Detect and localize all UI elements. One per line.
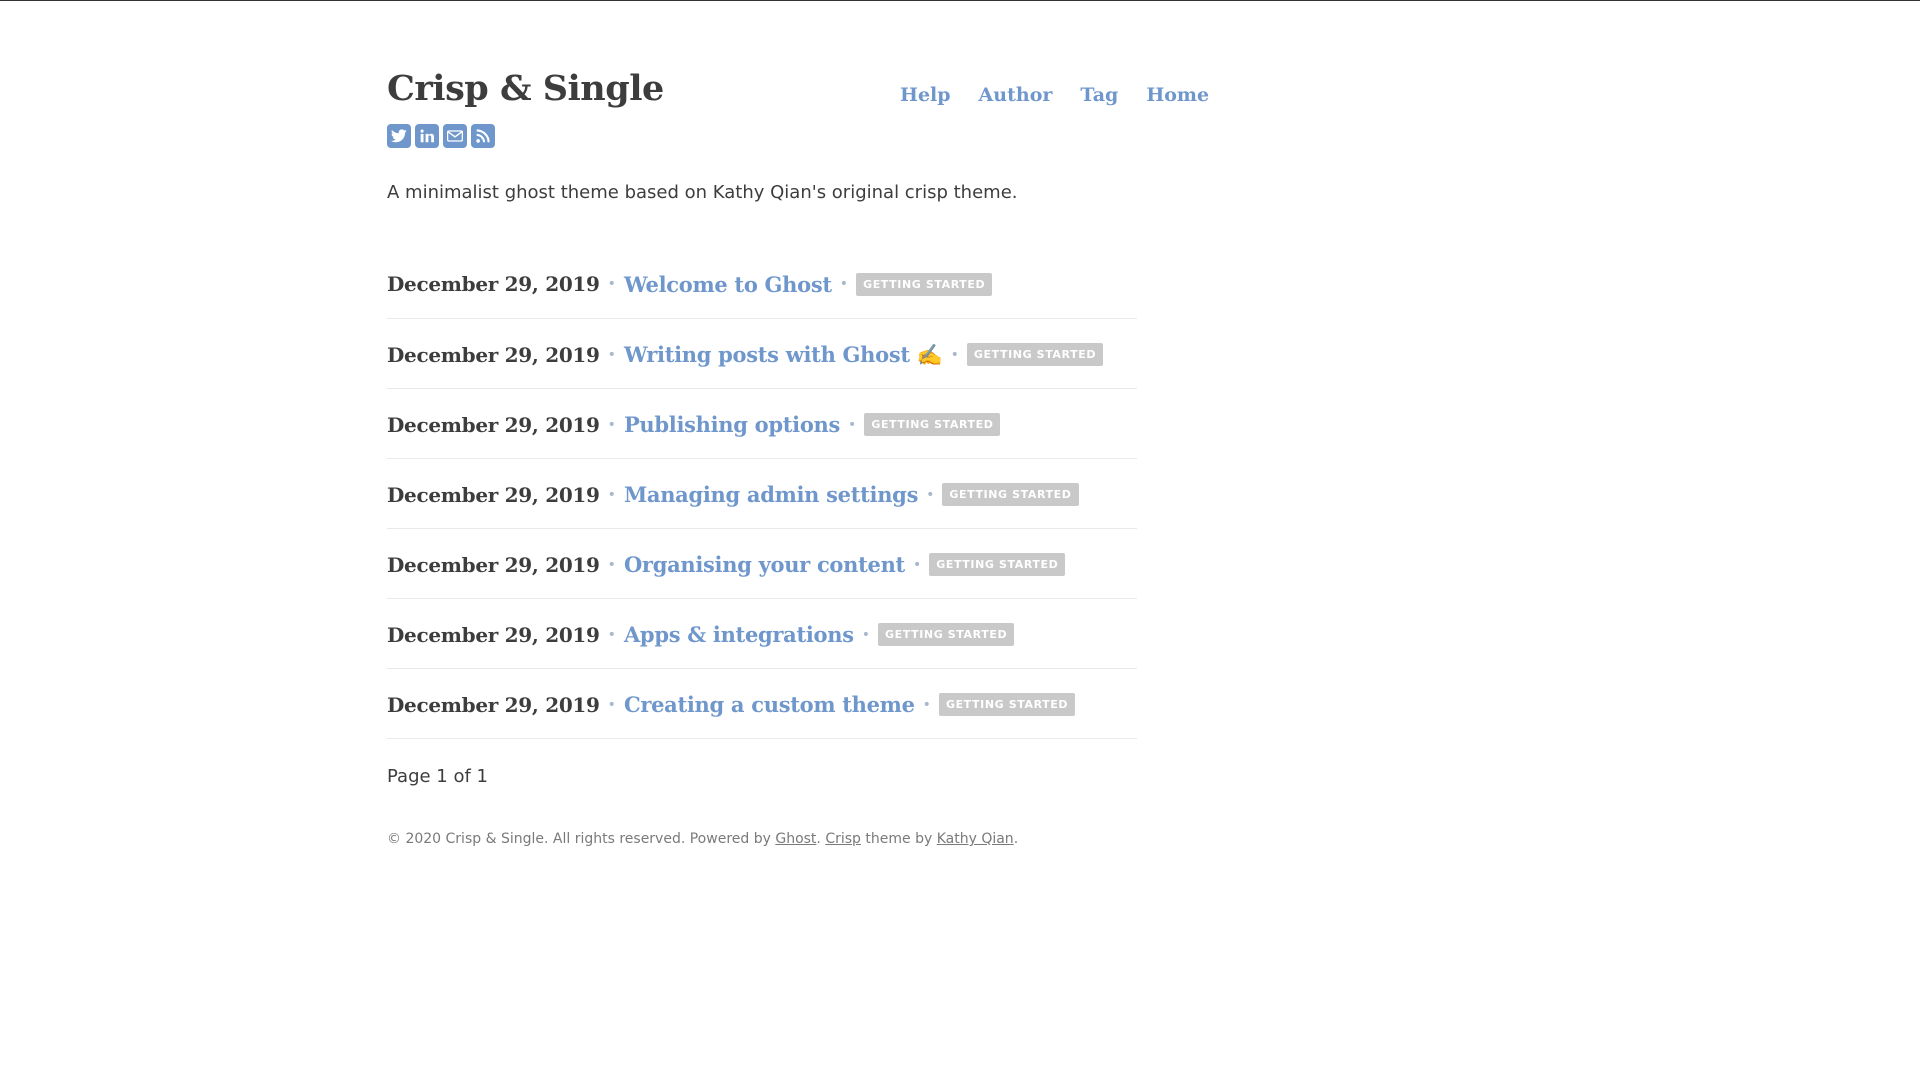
- footer-theme-by: theme by: [865, 831, 933, 847]
- separator: •: [926, 486, 935, 503]
- separator: •: [861, 626, 871, 643]
- social-links: [387, 124, 495, 148]
- post-date: December 29, 2019: [387, 272, 600, 296]
- site-description: A minimalist ghost theme based on Kathy …: [387, 182, 1018, 203]
- post-date: December 29, 2019: [387, 692, 600, 717]
- tag-badge[interactable]: GETTING STARTED: [942, 483, 1079, 506]
- post-title-link[interactable]: Managing admin settings: [624, 482, 918, 507]
- nav-home[interactable]: Home: [1146, 84, 1209, 106]
- list-item: December 29, 2019 • Managing admin setting…: [387, 459, 1137, 529]
- nav-help[interactable]: Help: [900, 84, 951, 106]
- linkedin-icon[interactable]: [415, 124, 439, 148]
- separator: •: [607, 626, 616, 643]
- separator: •: [839, 276, 849, 292]
- post-title-link[interactable]: Welcome to Ghost: [624, 272, 832, 297]
- nav-author[interactable]: Author: [979, 84, 1053, 106]
- tag-badge[interactable]: GETTING STARTED: [864, 413, 1001, 436]
- separator: •: [912, 556, 922, 573]
- post-title-link[interactable]: Organising your content: [624, 552, 905, 577]
- pagination-text: Page 1 of 1: [387, 766, 488, 787]
- list-item: December 29, 2019 • Apps & integrations • GE…: [387, 599, 1137, 669]
- post-date: December 29, 2019: [387, 482, 600, 507]
- footer: © 2020 Crisp & Single. All rights reserv…: [387, 831, 1018, 847]
- rss-icon[interactable]: [471, 124, 495, 148]
- nav-tag[interactable]: Tag: [1080, 84, 1118, 106]
- footer-end: .: [1013, 831, 1019, 847]
- post-date: December 29, 2019: [387, 552, 600, 577]
- footer-crisp-link[interactable]: Crisp: [825, 831, 861, 847]
- separator: •: [607, 276, 616, 292]
- post-title-link[interactable]: Writing posts with Ghost ✍️: [624, 342, 943, 368]
- main-nav: Help Author Tag Home: [900, 84, 1209, 106]
- tag-badge[interactable]: GETTING STARTED: [966, 343, 1104, 366]
- tag-badge[interactable]: GETTING STARTED: [856, 272, 993, 296]
- footer-author-link[interactable]: Kathy Qian: [937, 831, 1014, 847]
- post-title-link[interactable]: Apps & integrations: [624, 622, 854, 647]
- separator: •: [607, 416, 616, 433]
- post-date: December 29, 2019: [387, 342, 600, 367]
- post-title-link[interactable]: Creating a custom theme: [624, 692, 915, 717]
- footer-ghost-link[interactable]: Ghost: [775, 831, 816, 847]
- site-title[interactable]: Crisp & Single: [387, 68, 664, 109]
- tag-badge[interactable]: GETTING STARTED: [929, 553, 1066, 576]
- post-date: December 29, 2019: [387, 622, 600, 647]
- post-date: December 29, 2019: [387, 412, 600, 437]
- list-item: December 29, 2019 • Publishing options • GET…: [387, 389, 1137, 459]
- post-title-link[interactable]: Publishing options: [624, 412, 840, 437]
- list-item: December 29, 2019 • Creating a custom them…: [387, 669, 1137, 739]
- list-item: December 29, 2019 • Organising your conten…: [387, 529, 1137, 599]
- separator: •: [848, 416, 857, 433]
- tag-badge[interactable]: GETTING STARTED: [878, 623, 1015, 646]
- list-item: December 29, 2019 • Writing posts with Gho…: [387, 319, 1137, 389]
- twitter-icon[interactable]: [387, 124, 411, 148]
- top-border: [0, 0, 1920, 1]
- email-icon[interactable]: [443, 124, 467, 148]
- separator: •: [607, 346, 616, 363]
- post-list: December 29, 2019 • Welcome to Ghost • GETTI…: [387, 248, 1137, 739]
- separator: •: [922, 696, 931, 713]
- footer-copyright: © 2020 Crisp & Single. All rights reserv…: [387, 831, 771, 847]
- separator: •: [607, 696, 616, 713]
- separator: •: [607, 556, 616, 573]
- list-item: December 29, 2019 • Welcome to Ghost • GETTI…: [387, 248, 1137, 319]
- footer-dot: .: [816, 831, 821, 847]
- separator: •: [950, 346, 959, 363]
- tag-badge[interactable]: GETTING STARTED: [938, 693, 1076, 716]
- separator: •: [607, 486, 616, 503]
